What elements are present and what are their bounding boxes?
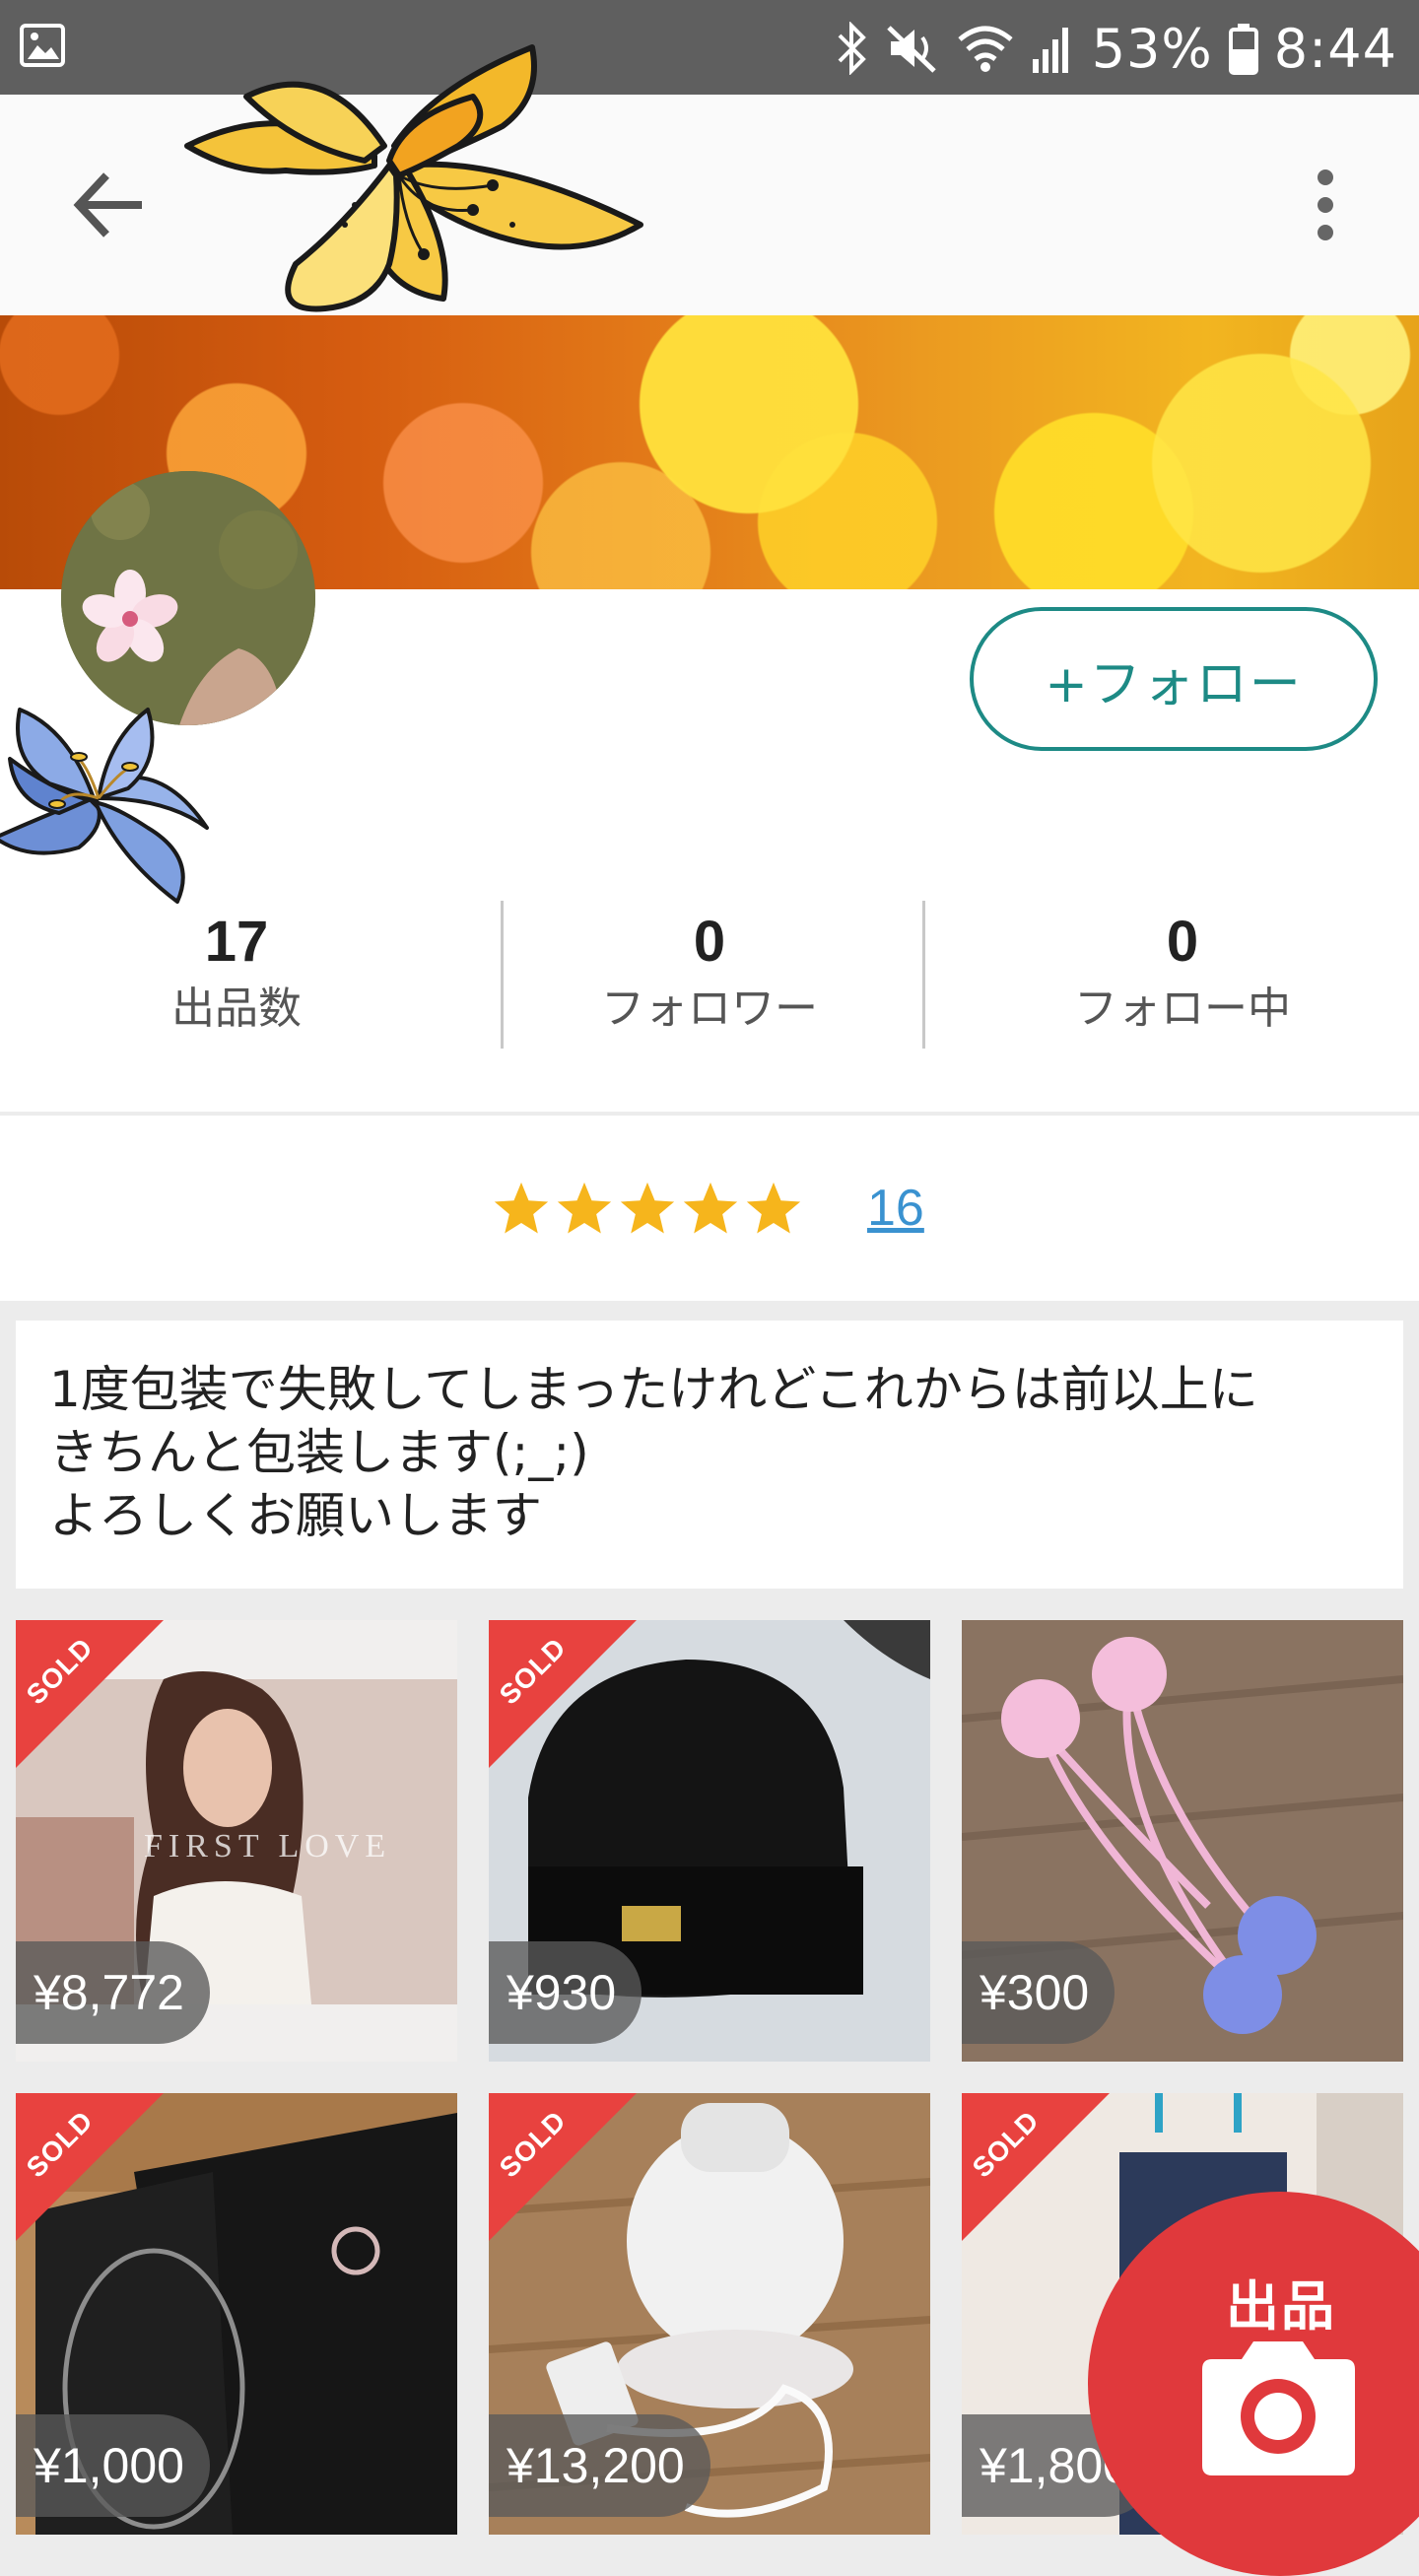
wifi-icon [956,22,1015,75]
stat-followers-label: フォロワー [601,983,818,1034]
star-icon [620,1182,675,1234]
sold-badge-label: SOLD [20,1631,100,1711]
stat-listings[interactable]: 17 出品数 [0,897,473,1054]
battery-icon [1228,22,1258,75]
sell-fab-label: 出品 [1226,2275,1336,2338]
listing-price: ¥1,000 [16,2414,210,2517]
sold-badge: SOLD [16,1620,164,1768]
sold-badge: SOLD [489,2093,637,2241]
listing-price: ¥300 [962,1941,1115,2044]
review-count-link[interactable]: 16 [867,1179,924,1238]
star-icon [746,1182,801,1234]
listing-price: ¥13,200 [489,2414,710,2517]
stat-following[interactable]: 0 フォロー中 [922,897,1419,1054]
more-options-button[interactable] [1281,156,1370,254]
stat-listings-value: 17 [204,910,269,974]
stat-listings-label: 出品数 [171,983,302,1034]
bluetooth-icon [836,22,869,75]
camera-icon [1202,2341,1355,2475]
listing-item[interactable]: SOLD ¥1,000 [16,2093,457,2535]
battery-percent: 53% [1091,17,1213,80]
profile-bio: 1度包装で失敗してしまったけれどこれからは前以上に きちんと包装します(;_;)… [16,1321,1403,1589]
stat-followers-value: 0 [693,910,726,974]
listing-item[interactable]: FIRST LOVE SOLD ¥8,772 [16,1620,457,2062]
stat-following-label: フォロー中 [1074,983,1291,1034]
sold-badge: SOLD [962,2093,1110,2241]
yellow-lily-sticker [184,44,643,312]
rating-stars [491,1179,804,1240]
gallery-notification-icon [20,24,65,71]
sold-badge-label: SOLD [493,1631,573,1711]
star-icon [557,1182,612,1234]
clock: 8:44 [1273,17,1397,80]
sold-badge-label: SOLD [493,2104,573,2184]
star-icon [683,1182,738,1234]
arrow-left-icon [73,172,142,237]
listing-item[interactable]: SOLD ¥930 [489,1620,930,2062]
listing-price: ¥8,772 [16,1941,210,2044]
more-vertical-icon [1318,169,1333,240]
cherry-blossom-avatar-image [61,471,315,725]
blue-lily-sticker [0,708,209,904]
listing-price: ¥930 [489,1941,642,2044]
photobook-title: FIRST LOVE [144,1828,391,1864]
profile-stats: 17 出品数 0 フォロワー 0 フォロー中 [0,897,1419,1054]
stat-following-value: 0 [1166,910,1199,974]
sold-badge: SOLD [16,2093,164,2241]
stat-followers[interactable]: 0 フォロワー [473,897,946,1054]
star-icon [494,1182,549,1234]
follow-button[interactable]: +フォロー [970,607,1378,751]
sold-badge: SOLD [489,1620,637,1768]
mute-icon [885,22,940,75]
sold-badge-label: SOLD [966,2104,1046,2184]
sold-badge-label: SOLD [20,2104,100,2184]
listing-item[interactable]: ¥300 [962,1620,1403,2062]
signal-icon [1031,22,1076,75]
listing-item[interactable]: SOLD ¥13,200 [489,2093,930,2535]
rating-row: 16 [0,1116,1419,1301]
back-button[interactable] [59,156,158,254]
avatar[interactable] [61,471,315,725]
